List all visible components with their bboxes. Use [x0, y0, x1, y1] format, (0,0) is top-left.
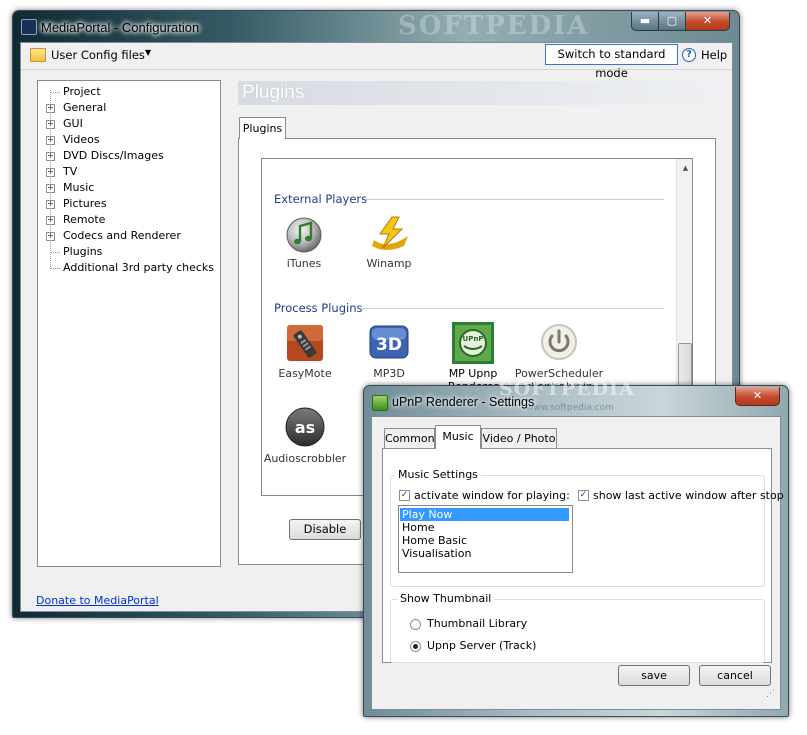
show-last-window-label[interactable]: show last active window after stop — [593, 489, 784, 502]
upnp-server-label[interactable]: Upnp Server (Track) — [427, 639, 536, 652]
winamp-icon[interactable] — [368, 214, 412, 254]
thumbnail-library-radio[interactable] — [410, 619, 421, 630]
mediaportal-app-icon — [21, 19, 37, 35]
user-config-label: User Config files — [51, 48, 145, 62]
settings-tree[interactable]: Project + General + GUI + Videos + DVD Discs/Ima… — [37, 80, 221, 567]
disable-button[interactable]: Disable — [289, 519, 361, 540]
tab-plugins[interactable]: Plugins — [239, 117, 286, 139]
minimize-button[interactable]: ▬ — [631, 12, 659, 31]
list-item[interactable]: Home — [400, 521, 569, 534]
expand-plus-icon[interactable]: + — [46, 120, 55, 129]
tree-item-label: Codecs and Renderer — [63, 229, 181, 242]
expand-plus-icon[interactable]: + — [46, 184, 55, 193]
svg-text:as: as — [295, 418, 315, 437]
tree-item-label: Remote — [63, 213, 106, 226]
tree-item-label: DVD Discs/Images — [63, 149, 164, 162]
expand-plus-icon[interactable]: + — [46, 104, 55, 113]
lastfm-icon[interactable]: as — [284, 406, 326, 448]
list-item[interactable]: Home Basic — [400, 534, 569, 547]
expand-plus-icon[interactable]: + — [46, 152, 55, 161]
folder-icon — [30, 48, 46, 62]
tab-strip-line — [238, 138, 716, 139]
toolbar-divider — [21, 69, 732, 70]
close-button[interactable]: ✕ — [685, 12, 730, 31]
activate-window-label[interactable]: activate window for playing: — [414, 489, 570, 502]
music-tab-body: Music Settings ✓ activate window for pla… — [382, 448, 784, 663]
tab-common[interactable]: Common — [384, 428, 435, 448]
show-last-window-checkbox[interactable]: ✓ — [578, 490, 589, 501]
dialog-title: uPnP Renderer - Settings — [392, 395, 535, 409]
svg-text:UPnP: UPnP — [463, 335, 484, 343]
group-title-process-plugins: Process Plugins — [274, 301, 363, 315]
show-thumbnail-legend: Show Thumbnail — [397, 592, 495, 605]
help-icon[interactable]: ? — [682, 48, 696, 62]
dialog-watermark-url: www.softpedia.com — [526, 403, 614, 413]
tab-music[interactable]: Music — [435, 425, 481, 449]
group-divider — [362, 308, 664, 309]
tab-video-photo[interactable]: Video / Photo — [481, 428, 557, 448]
tree-item-label: Project — [63, 85, 101, 98]
donate-link[interactable]: Donate to MediaPortal — [36, 594, 159, 607]
upnp-server-radio[interactable] — [410, 641, 421, 652]
tree-item-label: TV — [63, 165, 78, 178]
dialog-client-area: Common Music Video / Photo Music Setting… — [371, 416, 784, 710]
plugin-label-audioscrobbler: Audioscrobbler — [263, 452, 347, 465]
itunes-icon[interactable] — [284, 214, 324, 254]
easymote-icon[interactable] — [285, 323, 325, 363]
main-window-title: MediaPortal - Configuration — [41, 20, 200, 35]
group-title-external-players: External Players — [274, 192, 368, 206]
tree-item-label: Music — [63, 181, 95, 194]
main-titlebar[interactable]: MediaPortal - Configuration SOFTPEDIA ▬ … — [13, 11, 739, 43]
settings-dialog: SOFTPEDIA www.softpedia.com uPnP Rendere… — [363, 378, 789, 717]
tree-item-label: Additional 3rd party checks — [63, 261, 215, 274]
dialog-close-button[interactable]: ✕ — [735, 387, 780, 406]
upnp-icon[interactable]: UPnP — [452, 322, 494, 364]
page-title: Plugins — [238, 81, 716, 105]
thumbnail-library-label[interactable]: Thumbnail Library — [427, 617, 527, 630]
user-config-dropdown[interactable]: User Config files ▼ — [21, 43, 161, 67]
save-button[interactable]: save — [618, 665, 690, 686]
tree-connector — [50, 92, 60, 93]
resize-grip-icon[interactable]: ⋰ — [766, 690, 778, 703]
expand-plus-icon[interactable]: + — [46, 136, 55, 145]
list-item[interactable]: Visualisation — [400, 547, 569, 560]
tree-connector — [50, 268, 60, 269]
switch-to-standard-mode-button[interactable]: Switch to standard mode — [545, 44, 678, 80]
window-listbox[interactable]: Play Now Home Home Basic Visualisation — [398, 505, 573, 573]
upnp-small-icon — [372, 395, 388, 411]
list-item[interactable]: Play Now — [400, 508, 569, 521]
group-divider — [366, 199, 664, 200]
power-icon[interactable] — [539, 322, 579, 362]
mp3d-icon[interactable]: 3D — [368, 322, 410, 362]
svg-text:3D: 3D — [376, 335, 402, 355]
show-thumbnail-group — [390, 599, 765, 663]
tree-connector — [50, 252, 60, 253]
tree-item-label: GUI — [63, 117, 83, 130]
plugin-label-winamp: Winamp — [366, 257, 412, 270]
expand-plus-icon[interactable]: + — [46, 232, 55, 241]
expand-plus-icon[interactable]: + — [46, 200, 55, 209]
expand-plus-icon[interactable]: + — [46, 168, 55, 177]
tree-item-label: Pictures — [63, 197, 107, 210]
music-settings-legend: Music Settings — [395, 468, 481, 481]
tree-item-label: Plugins — [63, 245, 103, 258]
expand-plus-icon[interactable]: + — [46, 216, 55, 225]
scroll-up-icon[interactable]: ▲ — [677, 161, 692, 175]
activate-window-checkbox[interactable]: ✓ — [399, 490, 410, 501]
cancel-button[interactable]: cancel — [699, 665, 771, 686]
dropdown-arrow-icon: ▼ — [145, 48, 152, 57]
list-top-mark: ' — [300, 158, 303, 165]
tree-item-label: General — [63, 101, 107, 114]
tree-item-label: Videos — [63, 133, 100, 146]
softpedia-watermark: SOFTPEDIA — [398, 11, 590, 41]
help-button[interactable]: Help — [701, 48, 727, 62]
maximize-button[interactable]: ▢ — [658, 12, 686, 31]
